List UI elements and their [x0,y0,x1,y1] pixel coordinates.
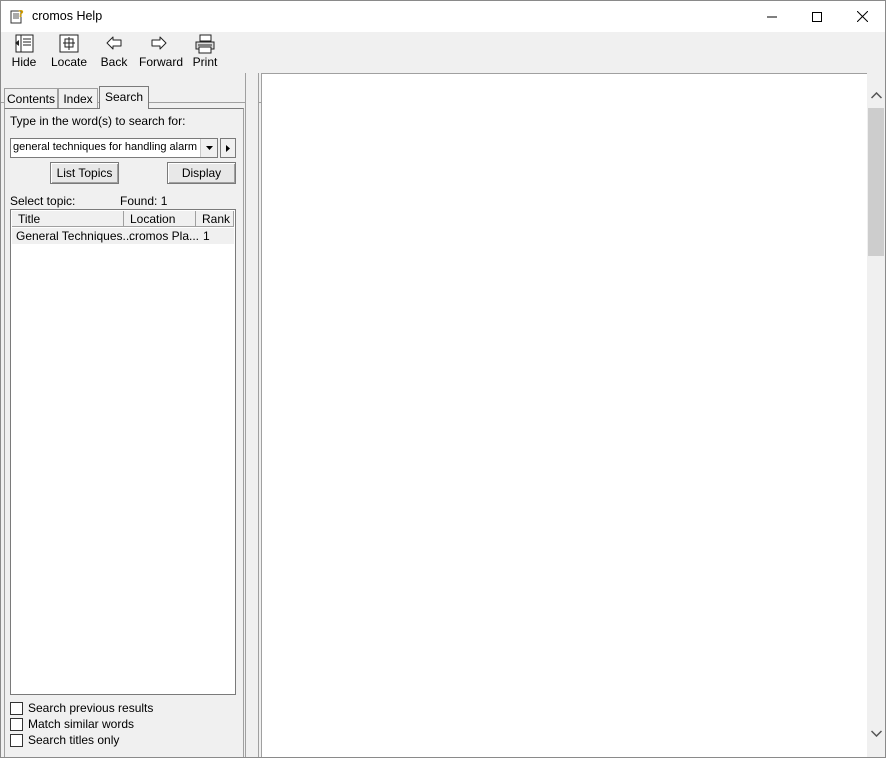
forward-label: Forward [139,55,184,69]
result-rank-cell: 1 [203,229,210,243]
maximize-icon [812,11,822,22]
combo-dropdown-button[interactable] [200,139,217,157]
display-button[interactable]: Display [167,162,236,184]
scrollbar-thumb[interactable] [868,108,884,256]
minimize-icon [767,16,777,17]
maximize-button[interactable] [794,1,840,32]
scroll-up-button[interactable] [868,87,884,103]
help-book-question-icon: ? [9,8,25,24]
list-topics-button[interactable]: List Topics [50,162,119,184]
hide-label: Hide [11,55,37,69]
search-options-button[interactable] [220,138,236,158]
tab-search[interactable]: Search [99,86,149,109]
hide-pane-icon [15,34,34,53]
result-location-cell: cromos Pla... [129,229,200,243]
checkbox-square[interactable] [10,702,23,715]
checkbox-square[interactable] [10,718,23,731]
tab-search-label: Search [104,90,144,104]
close-icon [856,11,868,22]
close-button[interactable] [839,1,885,32]
pane-splitter[interactable] [245,73,259,757]
help-window: ? cromos Help Hide Locate Back Forward P… [0,0,886,758]
result-title-cell: General Techniques... [16,229,133,243]
splitter-edge [258,73,259,757]
tab-index-label: Index [63,92,93,106]
table-row[interactable]: General Techniques... cromos Pla... 1 [12,228,234,244]
locate-label: Locate [51,55,88,69]
toolbar: Hide Locate Back Forward Print [1,32,885,103]
hide-button[interactable]: Hide [9,34,39,72]
column-header-title[interactable]: Title [12,211,124,227]
tab-contents[interactable]: Contents [4,88,58,109]
found-count-label: Found: 1 [120,194,168,208]
search-previous-label: Search previous results [28,701,154,715]
column-header-location[interactable]: Location [124,211,196,227]
svg-text:?: ? [18,9,24,20]
vertical-scrollbar[interactable] [867,73,885,757]
chevron-down-icon [870,729,882,737]
search-query-value[interactable]: general techniques for handling alarms [13,141,197,153]
search-prompt-label: Type in the word(s) to search for: [10,114,186,128]
back-label: Back [100,55,128,69]
checkbox-square[interactable] [10,734,23,747]
window-title: cromos Help [32,9,103,23]
printer-icon [195,34,215,54]
search-query-combobox[interactable]: general techniques for handling alarms [10,138,218,158]
locate-icon [59,34,79,53]
tab-index[interactable]: Index [58,88,98,109]
tab-contents-label: Contents [6,92,56,106]
chevron-up-icon [870,91,882,99]
back-arrow-icon [106,36,122,50]
minimize-button[interactable] [749,1,795,32]
results-list[interactable]: Title Location Rank General Techniques..… [10,209,236,695]
print-button[interactable]: Print [191,34,219,72]
scroll-down-button[interactable] [868,725,884,741]
match-similar-label: Match similar words [28,717,135,731]
topic-content-area[interactable] [261,73,868,757]
splitter-edge [245,73,246,757]
select-topic-label: Select topic: [10,194,76,208]
forward-button[interactable]: Forward [139,34,184,72]
chevron-down-icon [205,146,213,150]
titles-only-label: Search titles only [28,733,120,747]
back-button[interactable]: Back [99,34,129,72]
chevron-right-icon [226,144,230,152]
column-header-rank[interactable]: Rank [196,211,234,227]
title-bar: ? cromos Help [1,1,885,32]
print-label: Print [192,55,218,69]
forward-arrow-icon [151,36,167,50]
locate-button[interactable]: Locate [51,34,87,72]
